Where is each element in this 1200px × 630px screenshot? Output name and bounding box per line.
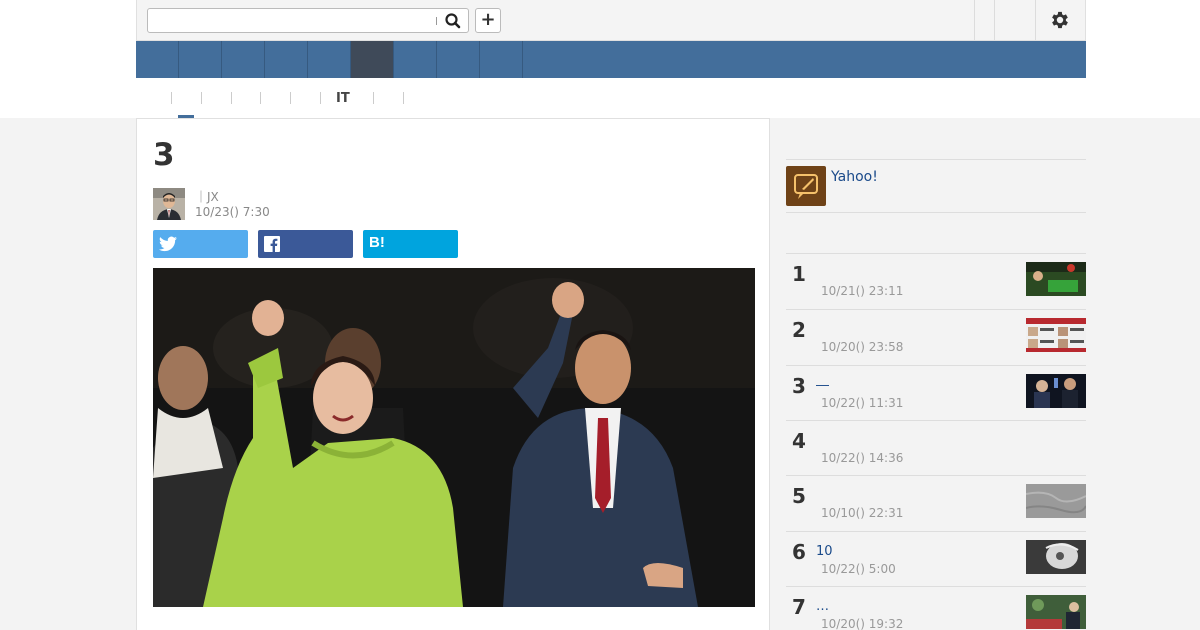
ranking-item[interactable]: 6 10 10/22() 5:00 [786,531,1086,587]
rank-number: 1 [792,262,806,286]
subnav-divider [171,92,172,104]
twitter-share-button[interactable] [153,230,248,258]
subnav-divider [231,92,232,104]
thumbnail-image [1026,484,1086,518]
subnav-divider [260,92,261,104]
subnav-divider [290,92,291,104]
main-navigation [136,41,1086,78]
nav-tab[interactable] [480,41,523,78]
toolbar-divider [994,0,995,40]
rank-date: 10/22() 14:36 [821,451,904,465]
ranking-item[interactable]: 7 … 10/20() 19:32 [786,586,1086,630]
rank-date: 10/22() 5:00 [821,562,896,576]
rank-thumbnail[interactable] [1026,595,1086,629]
sub-navigation: IT [136,78,1086,118]
thumbnail-image [1026,374,1086,408]
ranking-item[interactable]: 2 10/20() 23:58 [786,309,1086,365]
nav-tab[interactable] [222,41,265,78]
thumbnail-image [1026,540,1086,574]
subnav-divider [320,92,321,104]
article-hero-photo [153,268,755,607]
search-icon [445,13,461,29]
hatena-bookmark-button[interactable]: B! [363,230,458,258]
nav-tab[interactable] [308,41,351,78]
rank-number: 7 [792,595,806,619]
rank-thumbnail[interactable] [1026,540,1086,574]
author-avatar[interactable] [153,188,185,220]
thumbnail-image [1026,262,1086,296]
rank-thumbnail[interactable] [1026,262,1086,296]
add-button[interactable]: + [475,8,501,33]
hero-photo-illustration [153,268,755,607]
hatena-icon-label: B! [369,234,385,251]
toolbar-divider [974,0,975,40]
rank-number: 4 [792,429,806,453]
rank-date: 10/22() 11:31 [821,396,904,410]
nav-tab[interactable] [179,41,222,78]
rank-thumbnail[interactable] [1026,374,1086,408]
sidebar-divider [786,212,1086,213]
toolbar-divider [1035,0,1036,40]
top-toolbar: + [136,0,1086,41]
article-date: 10/23() 7:30 [195,205,270,219]
sidebar: Yahoo! 1 10/21() 23:11 2 10/20() 23:58 3… [770,118,1086,630]
article-byline[interactable]: ｜JX [195,188,219,205]
article-card: 3 ｜JX 10/23() 7:30 B! [136,118,770,630]
facebook-share-button[interactable] [258,230,353,258]
rank-date: 10/21() 23:11 [821,284,904,298]
nav-tab[interactable] [394,41,437,78]
nav-tab[interactable] [136,41,179,78]
rank-number: 2 [792,318,806,342]
sidebar-divider [786,159,1086,160]
rank-number: 3 [792,374,806,398]
thumbnail-image [1026,595,1086,629]
nav-tab[interactable] [437,41,480,78]
article-title: 3 [153,137,176,173]
rank-number: 5 [792,484,806,508]
subnav-divider [373,92,374,104]
search-button[interactable] [442,11,464,31]
nav-tab-active[interactable] [351,41,394,78]
rank-thumbnail[interactable] [1026,318,1086,352]
author-portrait [153,188,185,220]
twitter-icon [159,236,177,252]
subnav-divider [201,92,202,104]
ranking-item[interactable]: 1 10/21() 23:11 [786,253,1086,309]
rank-date: 10/20() 19:32 [821,617,904,630]
yahoo-author-link[interactable]: Yahoo! [831,169,878,185]
ranking-item[interactable]: 5 10/10() 22:31 [786,475,1086,531]
quill-icon [794,174,818,199]
facebook-icon [264,236,280,252]
thumbnail-image [1026,318,1086,352]
settings-button[interactable] [1049,9,1071,31]
rank-number: 6 [792,540,806,564]
ranking-item[interactable]: 3 ― 10/22() 11:31 [786,365,1086,421]
search-box [147,8,469,33]
yahoo-author-icon[interactable] [786,166,826,206]
ranking-item[interactable]: 4 10/22() 14:36 [786,420,1086,476]
subnav-divider [403,92,404,104]
nav-tab[interactable] [265,41,308,78]
subnav-item-it[interactable]: IT [336,91,350,106]
rank-title[interactable]: … [816,599,829,614]
search-input[interactable] [148,9,438,32]
gear-icon [1052,11,1068,29]
rank-date: 10/10() 22:31 [821,506,904,520]
rank-title[interactable]: 10 [816,544,833,559]
rank-title[interactable]: ― [816,378,829,393]
rank-date: 10/20() 23:58 [821,340,904,354]
rank-thumbnail[interactable] [1026,484,1086,518]
search-divider [436,17,437,25]
